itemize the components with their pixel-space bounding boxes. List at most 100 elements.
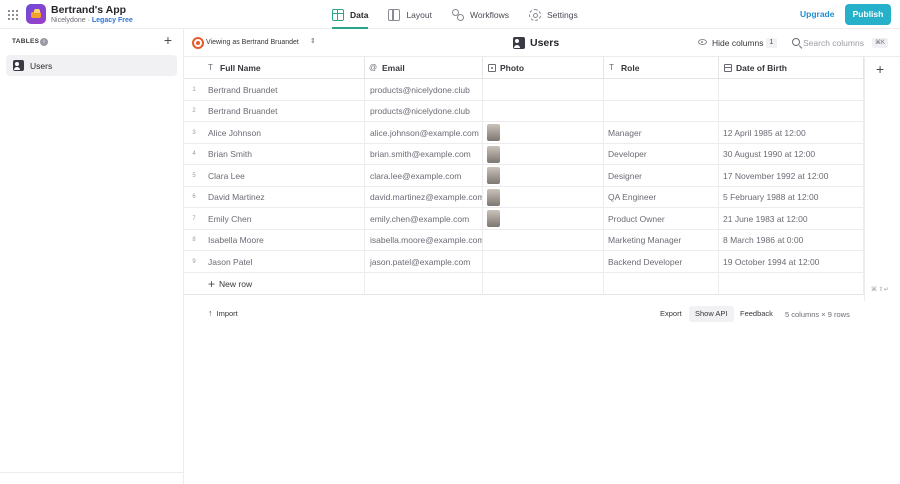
cell-full-name[interactable]: Bertrand Bruandet: [184, 100, 365, 122]
cell-photo[interactable]: [483, 100, 604, 122]
table-row[interactable]: 1 Bertrand Bruandet products@nicelydone.cl…: [184, 79, 864, 101]
column-header-role[interactable]: Role: [604, 57, 719, 79]
cell-email[interactable]: david.martinez@example.com: [365, 186, 483, 208]
show-api-button[interactable]: Show API: [689, 306, 734, 322]
table-row[interactable]: 8 Isabella Moore isabella.moore@example.c…: [184, 229, 864, 251]
header-row: Full Name Email Photo Role Date of Birth: [184, 57, 864, 79]
tab-workflows[interactable]: Workflows: [442, 0, 519, 29]
photo-thumbnail[interactable]: [487, 210, 500, 227]
photo-thumbnail[interactable]: [487, 124, 500, 141]
tab-settings[interactable]: Settings: [519, 0, 588, 29]
add-column-button[interactable]: +: [876, 62, 884, 76]
column-header-full-name[interactable]: Full Name: [184, 57, 365, 79]
cell-photo[interactable]: [483, 122, 604, 143]
tab-data[interactable]: Data: [322, 0, 378, 29]
grid-footer: ↑ Import Export Show API Feedback 5 colu…: [184, 302, 900, 326]
cell-photo[interactable]: [483, 79, 604, 100]
cell-photo[interactable]: [483, 143, 604, 165]
cell-email[interactable]: alice.johnson@example.com: [365, 122, 483, 143]
cell-email[interactable]: emily.chen@example.com: [365, 208, 483, 229]
separator: ·: [87, 17, 90, 24]
photo-thumbnail[interactable]: [487, 167, 500, 184]
plan-badge[interactable]: Legacy Free: [92, 17, 133, 24]
cell-date-of-birth[interactable]: 12 April 1985 at 12:00: [719, 122, 864, 143]
table-row[interactable]: 3 Alice Johnson alice.johnson@example.com M…: [184, 122, 864, 144]
add-table-button[interactable]: +: [161, 33, 175, 47]
export-button[interactable]: Export: [654, 306, 688, 322]
column-header-photo[interactable]: Photo: [483, 57, 604, 79]
column-label: Email: [382, 63, 405, 73]
info-icon[interactable]: i: [40, 38, 48, 46]
column-header-email[interactable]: Email: [365, 57, 483, 79]
cell-photo[interactable]: [483, 165, 604, 186]
at-icon: [369, 63, 378, 72]
upgrade-button[interactable]: Upgrade: [794, 6, 840, 23]
hide-columns-button[interactable]: Hide columns: [712, 38, 764, 48]
cell-full-name[interactable]: Jason Patel: [184, 251, 365, 272]
cell-date-of-birth[interactable]: 21 June 1983 at 12:00: [719, 208, 864, 229]
cell-date-of-birth[interactable]: [719, 79, 864, 100]
cell-role[interactable]: Backend Developer: [604, 251, 719, 272]
table-row[interactable]: 7 Emily Chen emily.chen@example.com Product…: [184, 208, 864, 230]
cell-email[interactable]: clara.lee@example.com: [365, 165, 483, 186]
cell-role[interactable]: [604, 79, 719, 100]
cell-role[interactable]: Developer: [604, 143, 719, 165]
cell-full-name[interactable]: Bertrand Bruandet: [184, 79, 365, 100]
hidden-count-badge: 1: [766, 38, 777, 48]
table-row[interactable]: 5 Clara Lee clara.lee@example.com Designer 1…: [184, 165, 864, 187]
cell-role[interactable]: Product Owner: [604, 208, 719, 229]
cell-full-name[interactable]: Emily Chen: [184, 208, 365, 229]
cell-role[interactable]: Marketing Manager: [604, 229, 719, 251]
photo-thumbnail[interactable]: [487, 188, 500, 206]
cell-photo[interactable]: [483, 186, 604, 208]
cell-date-of-birth[interactable]: 19 October 1994 at 12:00: [719, 251, 864, 272]
cell-role[interactable]: Designer: [604, 165, 719, 186]
viewing-as-selector[interactable]: Viewing as Bertrand Bruandet: [206, 39, 299, 46]
cell-email[interactable]: brian.smith@example.com: [365, 143, 483, 165]
cell-role[interactable]: Manager: [604, 122, 719, 143]
cell-email[interactable]: products@nicelydone.club: [365, 100, 483, 122]
photo-thumbnail[interactable]: [487, 145, 500, 163]
cell-date-of-birth[interactable]: 5 February 1988 at 12:00: [719, 186, 864, 208]
empty-cell: [719, 272, 864, 295]
tab-layout[interactable]: Layout: [378, 0, 442, 29]
column-label: Role: [621, 63, 640, 73]
cell-role[interactable]: [604, 100, 719, 122]
column-header-date-of-birth[interactable]: Date of Birth: [719, 57, 864, 79]
main-nav: Data Layout Workflows Settings: [322, 0, 588, 29]
cell-full-name[interactable]: Isabella Moore: [184, 229, 365, 251]
viewer-avatar-icon: [192, 37, 204, 49]
cell-date-of-birth[interactable]: [719, 100, 864, 122]
plus-icon: +: [208, 276, 216, 291]
image-icon: [488, 64, 496, 72]
import-button[interactable]: ↑ Import: [208, 308, 238, 318]
cell-full-name[interactable]: David Martinez: [184, 186, 365, 208]
chevron-updown-icon[interactable]: ⇕: [310, 37, 316, 45]
cell-full-name[interactable]: Brian Smith: [184, 143, 365, 165]
feedback-button[interactable]: Feedback: [734, 306, 779, 322]
app-switcher-icon[interactable]: [8, 10, 18, 20]
publish-button[interactable]: Publish: [845, 4, 891, 25]
cell-full-name[interactable]: Clara Lee: [184, 165, 365, 186]
cell-date-of-birth[interactable]: 8 March 1986 at 0:00: [719, 229, 864, 251]
new-row-button[interactable]: + New row: [208, 273, 252, 295]
cell-email[interactable]: jason.patel@example.com: [365, 251, 483, 272]
cell-photo[interactable]: [483, 229, 604, 251]
cell-role[interactable]: QA Engineer: [604, 186, 719, 208]
table-row[interactable]: 2 Bertrand Bruandet products@nicelydone.cl…: [184, 100, 864, 122]
cell-photo[interactable]: [483, 251, 604, 272]
cell-email[interactable]: isabella.moore@example.com: [365, 229, 483, 251]
table-row[interactable]: 6 David Martinez david.martinez@example.co…: [184, 186, 864, 208]
layout-icon: [388, 8, 401, 21]
cell-date-of-birth[interactable]: 17 November 1992 at 12:00: [719, 165, 864, 186]
tables-section-label: TABLES: [12, 38, 40, 45]
search-columns-input[interactable]: [803, 36, 869, 50]
cell-date-of-birth[interactable]: 30 August 1990 at 12:00: [719, 143, 864, 165]
table-row[interactable]: 4 Brian Smith brian.smith@example.com Devel…: [184, 143, 864, 165]
table-row[interactable]: 9 Jason Patel jason.patel@example.com Back…: [184, 251, 864, 273]
app-subtitle: Nicelydone · Legacy Free: [51, 17, 133, 24]
cell-full-name[interactable]: Alice Johnson: [184, 122, 365, 143]
cell-photo[interactable]: [483, 208, 604, 229]
cell-email[interactable]: products@nicelydone.club: [365, 79, 483, 100]
sidebar-item-users[interactable]: Users: [6, 55, 177, 76]
